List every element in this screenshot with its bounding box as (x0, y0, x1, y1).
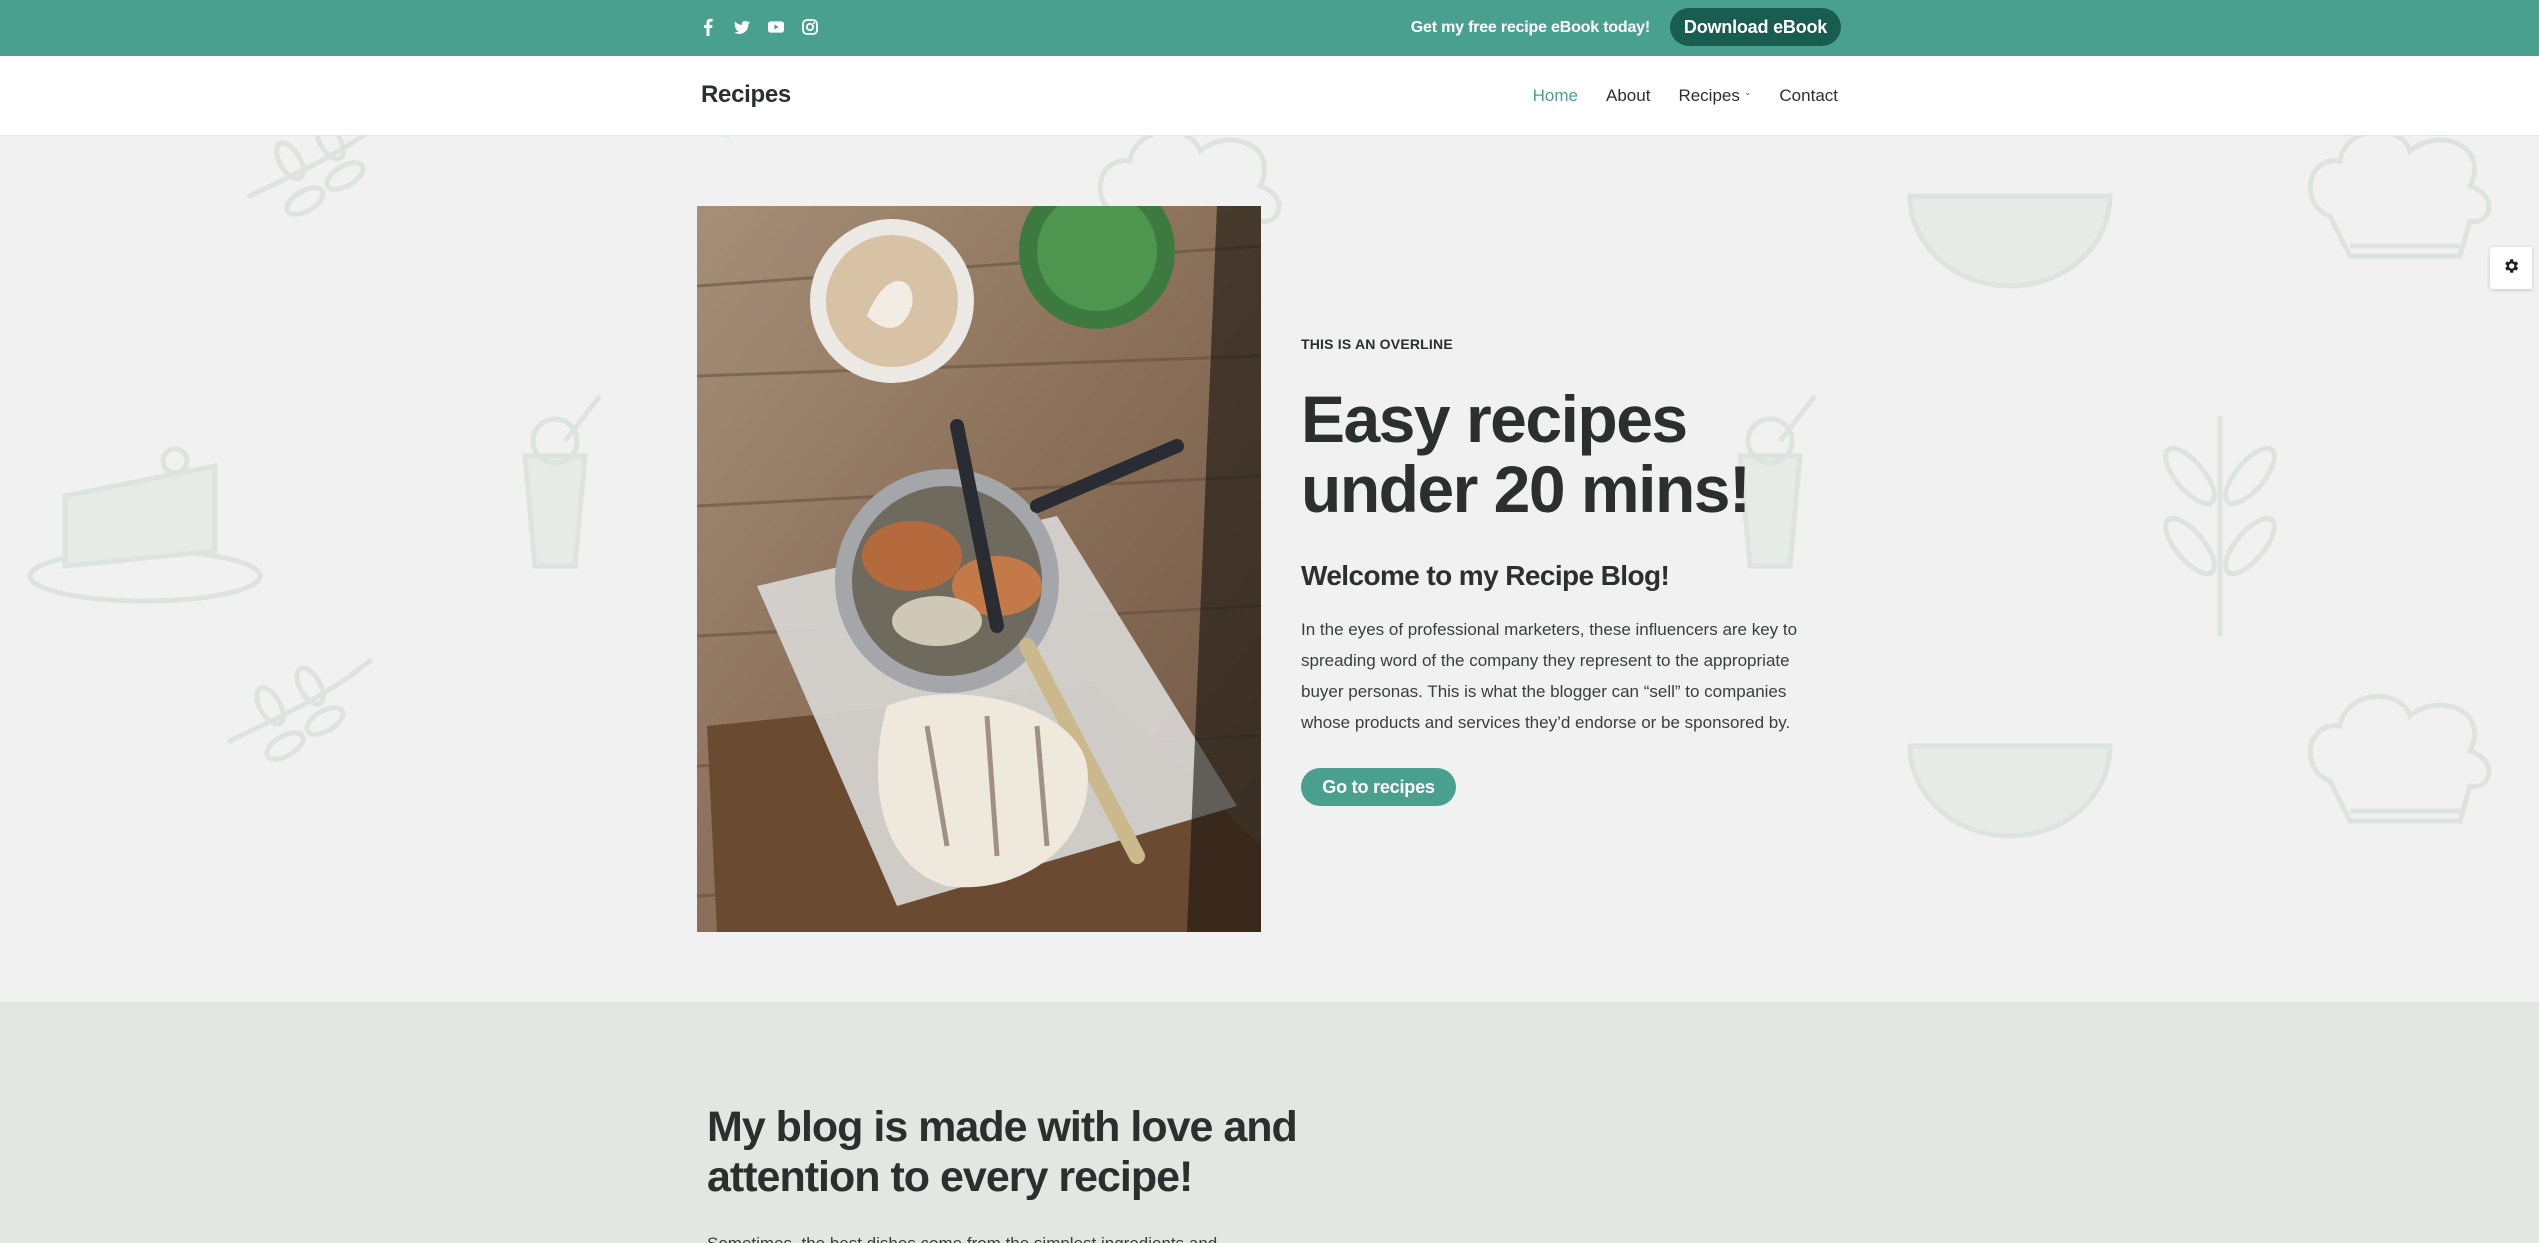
about-body-text: Sometimes, the best dishes come from the… (707, 1234, 1267, 1243)
settings-button[interactable] (2490, 247, 2532, 289)
hero-subtitle: Welcome to my Recipe Blog! (1301, 560, 1670, 591)
twitter-icon[interactable] (734, 16, 750, 38)
hero-title: Easy recipes under 20 mins! (1301, 382, 1751, 526)
download-ebook-button[interactable]: Download eBook (1670, 8, 1841, 46)
about-section: My blog is made with love and attention … (0, 1002, 2539, 1243)
hero-content: THIS IS AN OVERLINE Easy recipes under 2… (1301, 336, 1861, 806)
chevron-down-icon: ⌄ (1743, 86, 1752, 97)
hero-food-photo (697, 206, 1261, 932)
instagram-icon[interactable] (802, 16, 818, 38)
top-bar: Get my free recipe eBook today! Download… (0, 0, 2539, 56)
food-doodle-pattern (0, 136, 2539, 1002)
gear-icon (2502, 257, 2520, 280)
nav-item-recipes[interactable]: Recipes ⌄ (1678, 86, 1751, 106)
nav-item-label: Home (1532, 86, 1578, 105)
nav-item-label: Contact (1779, 86, 1838, 105)
nav-item-home[interactable]: Home (1533, 86, 1578, 106)
site-logo[interactable]: Recipes (701, 81, 791, 109)
nav-item-contact[interactable]: Contact (1779, 86, 1838, 106)
promo-text: Get my free recipe eBook today! (1410, 19, 1650, 36)
hero-body-text: In the eyes of professional marketers, t… (1301, 620, 1798, 732)
hero-section: THIS IS AN OVERLINE Easy recipes under 2… (0, 136, 2539, 1002)
social-links (700, 16, 818, 38)
main-nav: Home About Recipes ⌄ Contact (1533, 86, 1838, 106)
nav-item-label: Recipes (1678, 86, 1740, 105)
about-title: My blog is made with love and attention … (707, 1103, 1298, 1201)
nav-item-label: About (1606, 86, 1651, 105)
youtube-icon[interactable] (768, 16, 784, 38)
facebook-icon[interactable] (700, 16, 716, 38)
nav-item-about[interactable]: About (1606, 86, 1650, 106)
go-to-recipes-button[interactable]: Go to recipes (1301, 768, 1456, 806)
hero-overline: THIS IS AN OVERLINE (1301, 336, 1453, 352)
main-header: Recipes Home About Recipes ⌄ Contact (0, 56, 2539, 136)
about-body-line: Sometimes, the best dishes come from the… (707, 1234, 1267, 1243)
